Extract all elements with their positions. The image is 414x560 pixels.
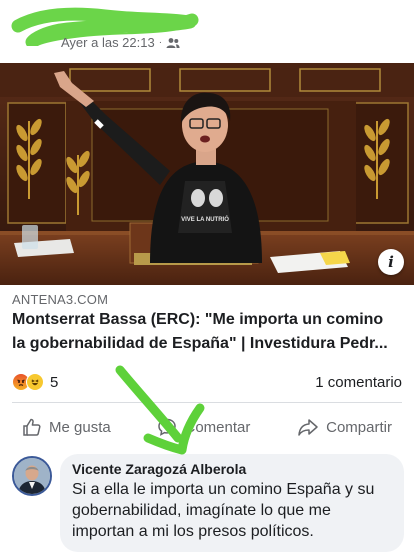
reactions-summary[interactable]: 5 1 comentario bbox=[0, 368, 414, 396]
avatar[interactable] bbox=[12, 456, 52, 496]
reaction-icons bbox=[12, 373, 44, 391]
parliament-photo: VIVE LA NUTRIÓ bbox=[0, 63, 414, 285]
like-button[interactable]: Me gusta bbox=[22, 417, 111, 437]
share-label: Compartir bbox=[326, 418, 392, 436]
post-meta: Ayer a las 22:13 · bbox=[61, 35, 180, 50]
haha-icon bbox=[26, 373, 44, 391]
link-preview-image[interactable]: VIVE LA NUTRIÓ i bbox=[0, 63, 414, 285]
like-label: Me gusta bbox=[49, 418, 111, 436]
comments-count-link[interactable]: 1 comentario bbox=[315, 374, 402, 391]
comment-label: Comentar bbox=[184, 418, 251, 436]
share-icon bbox=[298, 419, 318, 436]
meta-separator: · bbox=[158, 37, 163, 48]
link-title-line-2: la gobernabilidad de España" | Investidu… bbox=[12, 335, 388, 352]
comment-bubble: Vicente Zaragozá Alberola Si a ella le i… bbox=[60, 454, 404, 552]
friends-icon bbox=[166, 37, 180, 48]
thumbs-up-icon bbox=[23, 418, 41, 436]
comment-author[interactable]: Vicente Zaragozá Alberola bbox=[72, 461, 392, 477]
comment-button[interactable]: Comentar bbox=[157, 417, 250, 437]
link-title-line-1: Montserrat Bassa (ERC): "Me importa un c… bbox=[12, 311, 384, 328]
comment-icon bbox=[158, 418, 177, 436]
reaction-count: 5 bbox=[50, 373, 59, 391]
post-header: Ayer a las 22:13 · bbox=[0, 0, 414, 62]
link-preview[interactable]: ANTENA3.COM Montserrat Bassa (ERC): "Me … bbox=[0, 286, 414, 362]
info-icon[interactable]: i bbox=[378, 249, 404, 275]
comment-text: Si a ella le importa un comino España y … bbox=[72, 481, 375, 540]
actions-divider bbox=[12, 402, 402, 403]
post-actions: Me gusta Comentar Compartir bbox=[0, 408, 414, 446]
shirt-text: VIVE LA NUTRIÓ bbox=[181, 215, 229, 223]
link-domain: ANTENA3.COM bbox=[12, 292, 109, 307]
share-button[interactable]: Compartir bbox=[297, 417, 392, 437]
post-timestamp[interactable]: Ayer a las 22:13 bbox=[61, 35, 155, 50]
